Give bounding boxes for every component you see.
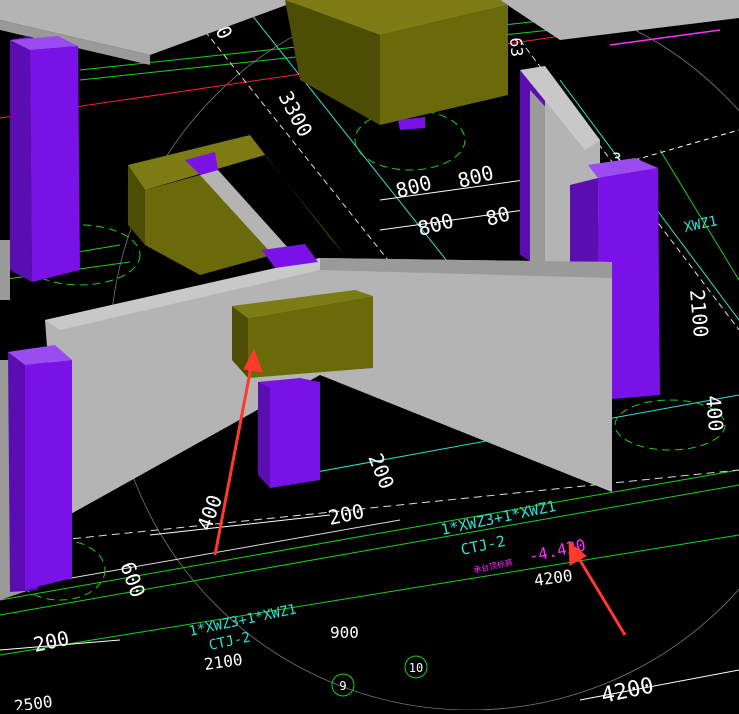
dim-900: 900: [330, 623, 359, 642]
wall-left: [0, 240, 10, 300]
dim-2100-right: 2100: [685, 288, 713, 338]
axis-label-9: 9: [339, 679, 346, 693]
cad-3d-viewport[interactable]: 800 3300 800 800 800 80 2100 400 200 200…: [0, 0, 739, 714]
column-center-side: [258, 382, 270, 488]
dim-400-right: 400: [701, 394, 728, 432]
dim-63: 63: [506, 37, 527, 58]
column-top-left-side: [10, 36, 32, 282]
model-canvas[interactable]: 800 3300 800 800 800 80 2100 400 200 200…: [0, 0, 739, 714]
column-top-left: [30, 46, 80, 282]
axis-label-10: 10: [409, 661, 423, 675]
column-lower-left: [25, 360, 72, 590]
